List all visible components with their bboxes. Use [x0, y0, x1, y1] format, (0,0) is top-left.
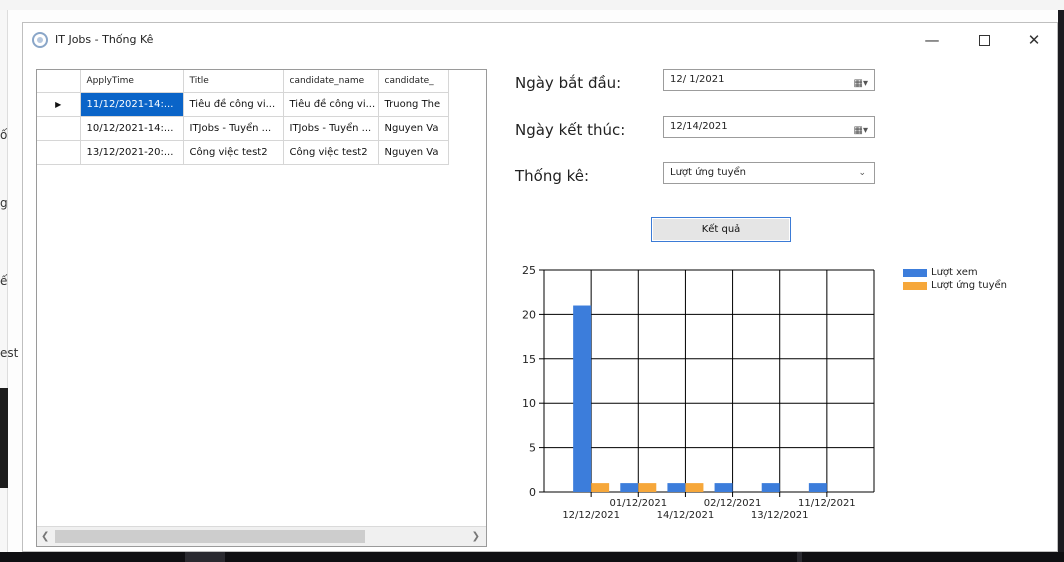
column-header-candidate-extra[interactable]: candidate_: [378, 70, 449, 93]
column-header-applytime[interactable]: ApplyTime: [80, 70, 184, 93]
table-header-row: ApplyTime Title candidate_name candidate…: [37, 70, 449, 93]
end-date-picker[interactable]: 12/14/2021 ▦▾: [663, 116, 875, 138]
legend-swatch-views: [903, 269, 927, 277]
scroll-left-icon[interactable]: ❮: [41, 531, 49, 542]
title-bar[interactable]: IT Jobs - Thống Kê — ✕: [23, 23, 1057, 57]
table-cell[interactable]: 13/12/2021-20:...: [80, 140, 184, 165]
table-cell[interactable]: 10/12/2021-14:...: [80, 116, 184, 141]
x-tick-label: 14/12/2021: [657, 510, 715, 521]
start-date-picker[interactable]: 12/ 1/2021 ▦▾: [663, 69, 875, 91]
maximize-icon: [978, 35, 990, 46]
background-fragment: ố: [0, 128, 8, 142]
background-dark-panel: [0, 388, 8, 488]
row-header[interactable]: [37, 116, 81, 141]
scroll-right-icon[interactable]: ❯: [472, 531, 480, 542]
minimize-button[interactable]: —: [909, 23, 955, 57]
legend-swatch-applies: [903, 282, 927, 290]
statistic-label: Thống kê:: [515, 167, 590, 185]
table-row[interactable]: 10/12/2021-14:... ITJobs - Tuyển ... ITJ…: [37, 116, 449, 141]
table-row[interactable]: ▶ 11/12/2021-14:... Tiêu đề công vi... T…: [37, 92, 449, 117]
taskbar-strip: [0, 552, 1064, 562]
x-tick-label: 11/12/2021: [798, 498, 856, 509]
x-tick-label: 02/12/2021: [704, 498, 762, 509]
table-cell[interactable]: 11/12/2021-14:...: [80, 92, 184, 117]
column-header-candidate-name[interactable]: candidate_name: [283, 70, 379, 93]
applications-grid[interactable]: ApplyTime Title candidate_name candidate…: [36, 69, 487, 547]
row-header-corner: [37, 70, 81, 93]
bar-views: [667, 483, 686, 492]
chart-legend: Lượt xem Lượt ứng tuyển: [903, 267, 1007, 293]
x-tick-label: 13/12/2021: [751, 510, 809, 521]
start-date-value: 12/ 1/2021: [670, 74, 725, 85]
y-tick-label: 10: [522, 397, 536, 410]
maximize-button[interactable]: [961, 23, 1007, 57]
y-tick-label: 5: [529, 442, 536, 455]
background-right-edge: [1058, 10, 1064, 562]
table-cell[interactable]: ITJobs - Tuyển ...: [183, 116, 284, 141]
y-tick-label: 25: [522, 264, 536, 277]
table-cell[interactable]: ITJobs - Tuyển ...: [283, 116, 379, 141]
statistic-select[interactable]: Lượt ứng tuyển ⌄: [663, 162, 875, 184]
table-cell[interactable]: Tiêu đề công vi...: [283, 92, 379, 117]
statistics-chart: 0 5 10 15 20 25 12/12/2021 01/12/2021 14/12/2021…: [491, 247, 1057, 547]
y-tick-label: 20: [522, 308, 536, 321]
chevron-down-icon: ⌄: [858, 168, 866, 178]
current-row-indicator-icon: ▶: [37, 92, 81, 117]
calendar-dropdown-icon[interactable]: ▦▾: [854, 121, 868, 141]
x-tick-label: 12/12/2021: [562, 510, 620, 521]
horizontal-scrollbar[interactable]: ❮ ❯: [37, 526, 486, 546]
bar-applies: [685, 483, 704, 492]
legend-item-views: Lượt xem: [903, 267, 1007, 279]
end-date-value: 12/14/2021: [670, 121, 728, 132]
statistic-selected-value: Lượt ứng tuyển: [670, 167, 746, 178]
background-app-top: [0, 0, 1064, 10]
y-tick-label: 15: [522, 353, 536, 366]
bar-views: [808, 483, 827, 492]
bar-views: [761, 483, 780, 492]
background-fragment: est: [0, 346, 19, 360]
row-header[interactable]: [37, 140, 81, 165]
bar-views: [714, 483, 733, 492]
app-globe-icon: [32, 32, 48, 48]
legend-item-applies: Lượt ứng tuyển: [903, 280, 1007, 292]
background-fragment: g: [0, 196, 8, 210]
bar-applies: [638, 483, 657, 492]
bar-views: [573, 305, 592, 492]
start-date-label: Ngày bắt đầu:: [515, 74, 622, 92]
result-button[interactable]: Kết quả: [651, 217, 791, 242]
applications-table: ApplyTime Title candidate_name candidate…: [37, 70, 449, 165]
y-tick-label: 0: [529, 486, 536, 499]
table-cell[interactable]: Tiêu đề công vi...: [183, 92, 284, 117]
calendar-dropdown-icon[interactable]: ▦▾: [854, 74, 868, 94]
table-cell[interactable]: Nguyen Va: [378, 140, 449, 165]
background-fragment: ế: [0, 274, 8, 288]
table-cell[interactable]: Công việc test2: [183, 140, 284, 165]
table-cell[interactable]: Nguyen Va: [378, 116, 449, 141]
bar-applies: [591, 483, 610, 492]
table-row[interactable]: 13/12/2021-20:... Công việc test2 Công v…: [37, 140, 449, 165]
column-header-title[interactable]: Title: [183, 70, 284, 93]
legend-label-views: Lượt xem: [931, 267, 978, 278]
stats-window: IT Jobs - Thống Kê — ✕ ApplyTime Title c…: [22, 22, 1058, 552]
table-cell[interactable]: Truong The: [378, 92, 449, 117]
table-cell[interactable]: Công việc test2: [283, 140, 379, 165]
scrollbar-thumb[interactable]: [55, 530, 365, 543]
end-date-label: Ngày kết thúc:: [515, 121, 626, 139]
x-tick-label: 01/12/2021: [609, 498, 667, 509]
desktop: ố g ế est IT Jobs - Thống Kê — ✕ ApplyTi…: [0, 0, 1064, 562]
close-button[interactable]: ✕: [1011, 23, 1057, 57]
legend-label-applies: Lượt ứng tuyển: [931, 280, 1007, 291]
window-title: IT Jobs - Thống Kê: [55, 33, 154, 46]
bar-views: [620, 483, 639, 492]
